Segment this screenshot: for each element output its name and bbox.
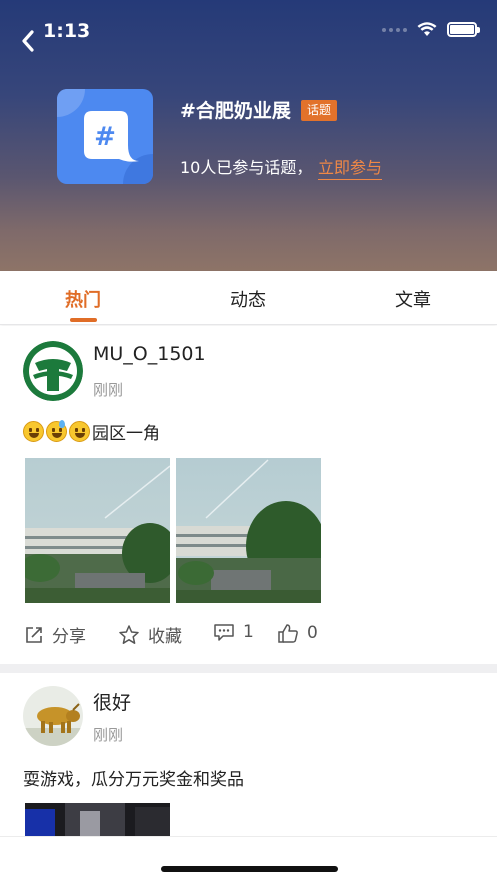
comment-button[interactable]: 1 [213,622,254,642]
post-time: 刚刚 [93,381,124,399]
topic-header: 1:13 # #合肥奶业展 话题 10人已参与话题， 立即参与 [0,0,497,272]
like-count: 0 [307,623,318,643]
participants-count: 10人已参与话题， [180,158,313,177]
tab-hot[interactable]: 热门 [23,286,143,312]
favorite-button[interactable]: 收藏 [118,622,182,647]
post-text-content: 园区一角 [92,424,160,444]
comment-icon [214,624,234,641]
post-time: 刚刚 [93,726,124,744]
topic-badge: 话题 [301,100,338,121]
join-topic-link[interactable]: 立即参与 [318,154,383,180]
sweat-smile-face-icon [46,420,67,442]
tab-articles[interactable]: 文章 [353,286,473,312]
post-username[interactable]: 很好 [93,688,131,715]
wifi-icon [417,22,437,36]
post-card[interactable]: MU_O_1501 刚刚 园区一角 分享 收藏 1 0 [0,326,497,664]
tab-dynamics[interactable]: 动态 [188,286,308,312]
post-separator [0,664,497,673]
post-photo[interactable] [25,458,170,603]
comment-count: 1 [243,622,254,642]
tab-bar: 热门 动态 文章 [0,271,497,325]
home-indicator[interactable] [161,866,338,872]
back-arrow-icon[interactable] [16,26,42,56]
tab-active-indicator [70,318,97,322]
post-card[interactable]: 很好 刚刚 耍游戏，瓜分万元奖金和奖品 [0,673,497,836]
post-actions: 分享 收藏 1 0 [0,622,497,652]
smiley-face-icon [69,421,90,442]
share-icon [26,626,42,643]
post-username[interactable]: MU_O_1501 [93,343,206,365]
share-button[interactable]: 分享 [24,622,86,647]
hashtag-glyph: # [94,122,116,152]
status-icons [382,22,480,37]
topic-title: #合肥奶业展 [180,100,291,122]
star-icon [119,624,139,644]
grinning-face-icon [23,421,44,442]
post-photo[interactable] [176,458,321,603]
avatar[interactable] [23,341,83,401]
signal-dots-icon [382,27,407,32]
like-button[interactable]: 0 [277,622,318,644]
topic-hashtag-icon: # [57,89,153,184]
bottom-bar [0,836,497,883]
avatar[interactable] [23,686,83,746]
favorite-label: 收藏 [148,627,182,647]
post-text: 园区一角 [23,419,160,444]
thumbs-up-icon [278,624,298,643]
battery-icon [447,22,480,37]
post-text-content: 耍游戏，瓜分万元奖金和奖品 [23,770,244,790]
share-label: 分享 [52,627,86,647]
post-text: 耍游戏，瓜分万元奖金和奖品 [23,765,244,790]
status-time: 1:13 [43,20,91,42]
post-photo[interactable] [25,803,170,836]
